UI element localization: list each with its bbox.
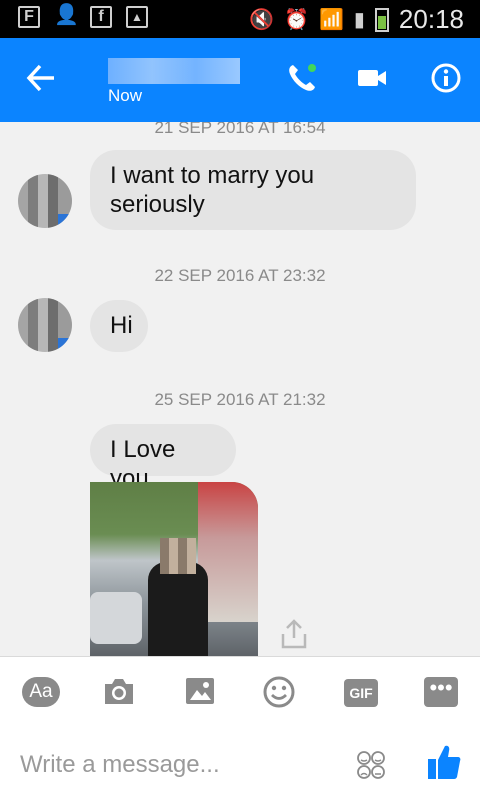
messenger-badge-icon: [58, 338, 70, 350]
gif-button[interactable]: GIF: [344, 679, 378, 707]
flipboard-icon: F: [18, 6, 40, 28]
message-input[interactable]: [18, 746, 342, 784]
message-timestamp: 21 SEP 2016 AT 16:54: [154, 122, 326, 137]
image-icon[interactable]: [184, 675, 224, 711]
message-bubble[interactable]: Hi: [90, 300, 148, 352]
alarm-icon: ⏰: [284, 9, 309, 31]
camera-icon[interactable]: [102, 675, 142, 711]
emoji-icon[interactable]: [356, 750, 386, 780]
signal-icon: ▮: [353, 9, 365, 31]
status-bar: F 👤 f ▲ 🔇 ⏰ 📶 ▮ 20:18: [0, 0, 480, 38]
conversation-header: Now: [0, 38, 480, 122]
photo-attachment[interactable]: [90, 482, 258, 656]
info-icon[interactable]: [428, 60, 464, 96]
phone-icon[interactable]: [284, 60, 320, 96]
message-bubble[interactable]: I want to marry you seriously: [90, 150, 416, 230]
add-contact-icon: 👤: [54, 4, 79, 26]
active-status: Now: [108, 86, 143, 105]
more-options-button[interactable]: •••: [424, 677, 458, 707]
wifi-icon: 📶: [319, 9, 344, 31]
image-notification-icon: ▲: [126, 6, 148, 28]
thumbs-up-icon[interactable]: [426, 742, 462, 782]
message-list[interactable]: 21 SEP 2016 AT 16:54 I want to marry you…: [0, 122, 480, 656]
photo-car: [90, 592, 142, 644]
message-composer: [0, 728, 480, 800]
message-timestamp: 25 SEP 2016 AT 21:32: [154, 390, 326, 409]
photo-blurred-face: [160, 538, 196, 574]
mute-icon: 🔇: [249, 9, 275, 31]
composer-toolbar: Aa GIF •••: [0, 656, 480, 729]
message-bubble[interactable]: I Love you: [90, 424, 236, 492]
message-timestamp: 22 SEP 2016 AT 23:32: [154, 266, 326, 285]
battery-icon: [374, 7, 389, 32]
back-arrow-icon[interactable]: [26, 64, 56, 95]
facebook-icon: f: [90, 6, 112, 28]
smiley-icon[interactable]: [262, 675, 302, 711]
status-time: 20:18: [398, 4, 464, 34]
share-icon[interactable]: [280, 618, 308, 650]
avatar[interactable]: [18, 174, 72, 228]
contact-name[interactable]: [108, 58, 240, 84]
photo-person: [148, 562, 208, 656]
messenger-badge-icon: [58, 214, 70, 226]
text-style-button[interactable]: Aa: [22, 677, 60, 707]
video-camera-icon[interactable]: [354, 60, 390, 96]
avatar[interactable]: [18, 298, 72, 352]
